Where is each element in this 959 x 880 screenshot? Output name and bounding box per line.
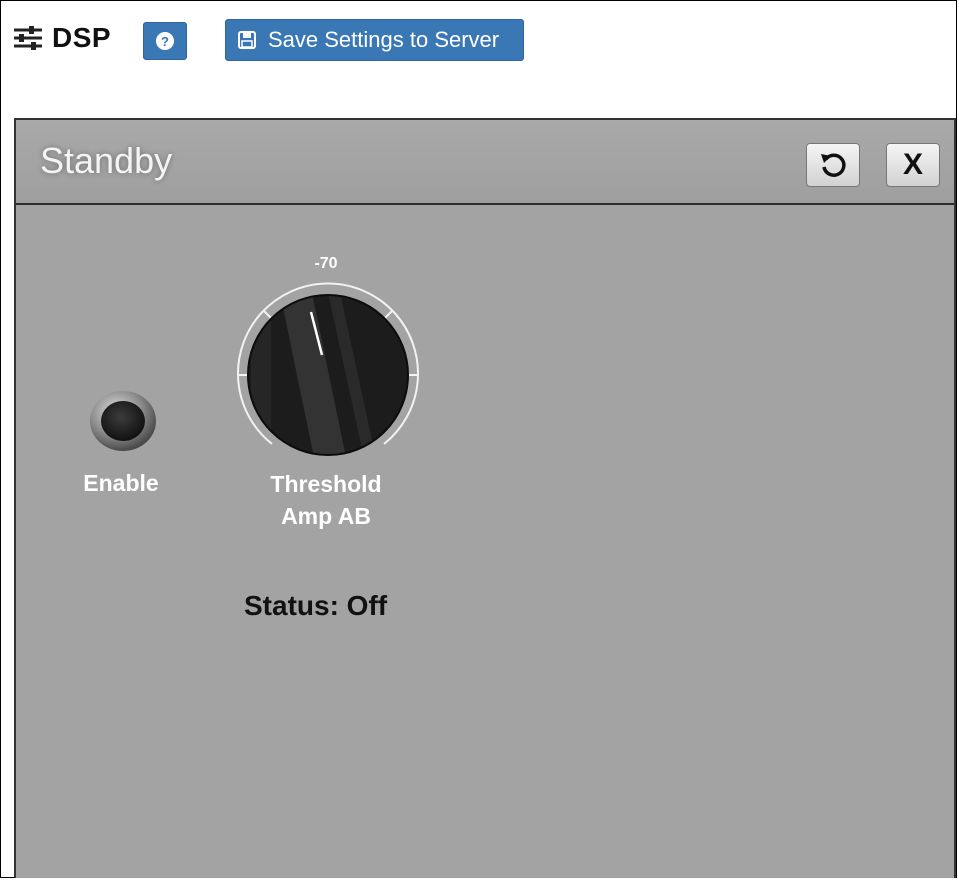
reset-button[interactable] bbox=[806, 143, 860, 187]
threshold-knob[interactable] bbox=[231, 278, 425, 472]
enable-label: Enable bbox=[83, 470, 159, 496]
sliders-icon bbox=[14, 26, 42, 50]
save-settings-button[interactable]: Save Settings to Server bbox=[225, 19, 524, 61]
question-circle-icon: ? bbox=[156, 32, 174, 50]
panel-header: Standby X bbox=[16, 120, 954, 205]
threshold-label-line2: Amp AB bbox=[281, 503, 371, 529]
floppy-disk-icon bbox=[238, 31, 256, 49]
top-toolbar: DSP ? Save Settings to Server bbox=[12, 18, 952, 62]
enable-toggle[interactable] bbox=[88, 390, 158, 452]
reset-icon bbox=[821, 153, 846, 177]
app-title: DSP bbox=[52, 22, 112, 53]
threshold-label: Threshold Amp AB bbox=[246, 468, 406, 532]
save-settings-label: Save Settings to Server bbox=[268, 27, 500, 52]
panel-title: Standby bbox=[40, 140, 173, 181]
close-button[interactable]: X bbox=[886, 143, 940, 187]
app-title-group: DSP bbox=[12, 22, 111, 54]
threshold-value: -70 bbox=[314, 255, 338, 272]
standby-panel: Standby X Enable -70 Threshold Amp AB St… bbox=[14, 118, 956, 878]
threshold-label-line1: Threshold bbox=[270, 471, 382, 497]
status-text: Status: Off bbox=[244, 590, 388, 621]
help-button[interactable]: ? bbox=[143, 22, 187, 60]
close-icon: X bbox=[902, 148, 923, 181]
